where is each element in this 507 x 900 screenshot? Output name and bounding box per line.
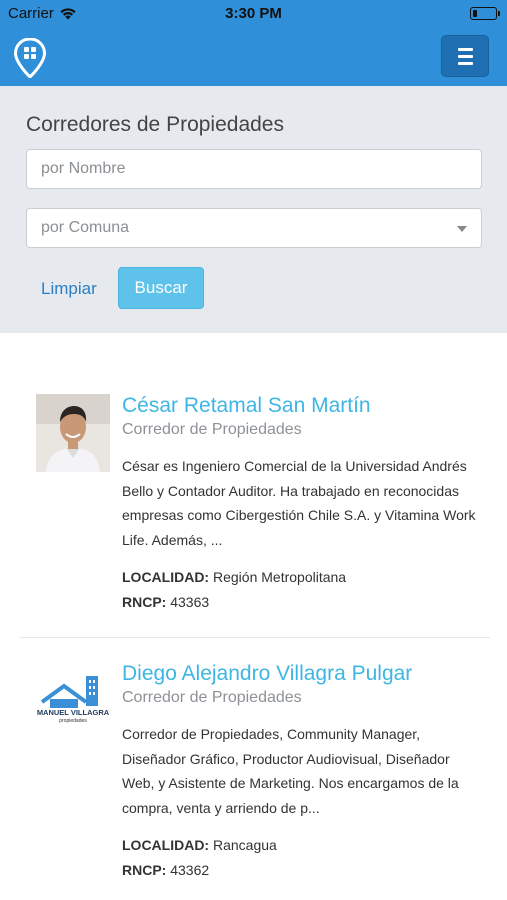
- localidad-label: LOCALIDAD:: [122, 569, 210, 585]
- name-search-placeholder: por Nombre: [41, 160, 126, 177]
- page-title: Corredores de Propiedades: [26, 113, 284, 136]
- map-pin-grid-icon[interactable]: [14, 38, 46, 78]
- broker-name[interactable]: César Retamal San Martín: [122, 394, 371, 418]
- broker-logo: MANUEL VILLAGRA propiedades: [36, 662, 110, 740]
- localidad-label: LOCALIDAD:: [122, 837, 210, 853]
- broker-description: Corredor de Propiedades, Community Manag…: [122, 726, 459, 816]
- svg-text:propiedades: propiedades: [59, 718, 87, 724]
- search-panel: Corredores de Propiedades por Nombre por…: [0, 86, 507, 333]
- rncp-label: RNCP:: [122, 862, 167, 878]
- broker-card[interactable]: MANUEL VILLAGRA propiedades Diego Alejan…: [20, 652, 490, 900]
- broker-rncp: RNCP: 43362: [122, 862, 209, 878]
- broker-localidad: LOCALIDAD: Rancagua: [122, 837, 277, 853]
- broker-name[interactable]: Diego Alejandro Villagra Pulgar: [122, 662, 412, 686]
- localidad-value: Rancagua: [213, 837, 277, 853]
- broker-description: César es Ingeniero Comercial de la Unive…: [122, 458, 476, 548]
- comuna-select-placeholder: por Comuna: [41, 219, 130, 236]
- clear-button[interactable]: Limpiar: [41, 279, 97, 299]
- broker-role: Corredor de Propiedades: [122, 689, 302, 706]
- broker-rncp: RNCP: 43363: [122, 594, 209, 610]
- dropdown-caret-icon: [457, 226, 467, 232]
- search-button[interactable]: Buscar: [118, 267, 204, 309]
- battery-icon: [470, 7, 500, 20]
- broker-role: Corredor de Propiedades: [122, 421, 302, 438]
- rncp-value: 43362: [170, 862, 210, 878]
- logo-wordmark: MANUEL VILLAGRA: [37, 708, 110, 717]
- battery-level: [472, 9, 477, 17]
- nav-bar: [0, 28, 507, 86]
- comuna-select[interactable]: por Comuna: [26, 208, 482, 248]
- broker-photo: [36, 394, 110, 472]
- broker-card[interactable]: César Retamal San Martín Corredor de Pro…: [20, 384, 490, 638]
- status-bar: Carrier 3:30 PM: [0, 0, 507, 28]
- broker-localidad: LOCALIDAD: Región Metropolitana: [122, 569, 346, 585]
- clock: 3:30 PM: [225, 5, 282, 22]
- rncp-value: 43363: [170, 594, 210, 610]
- rncp-label: RNCP:: [122, 594, 167, 610]
- hamburger-menu-icon[interactable]: [441, 35, 489, 77]
- name-search-input[interactable]: por Nombre: [26, 149, 482, 189]
- localidad-value: Región Metropolitana: [213, 569, 347, 585]
